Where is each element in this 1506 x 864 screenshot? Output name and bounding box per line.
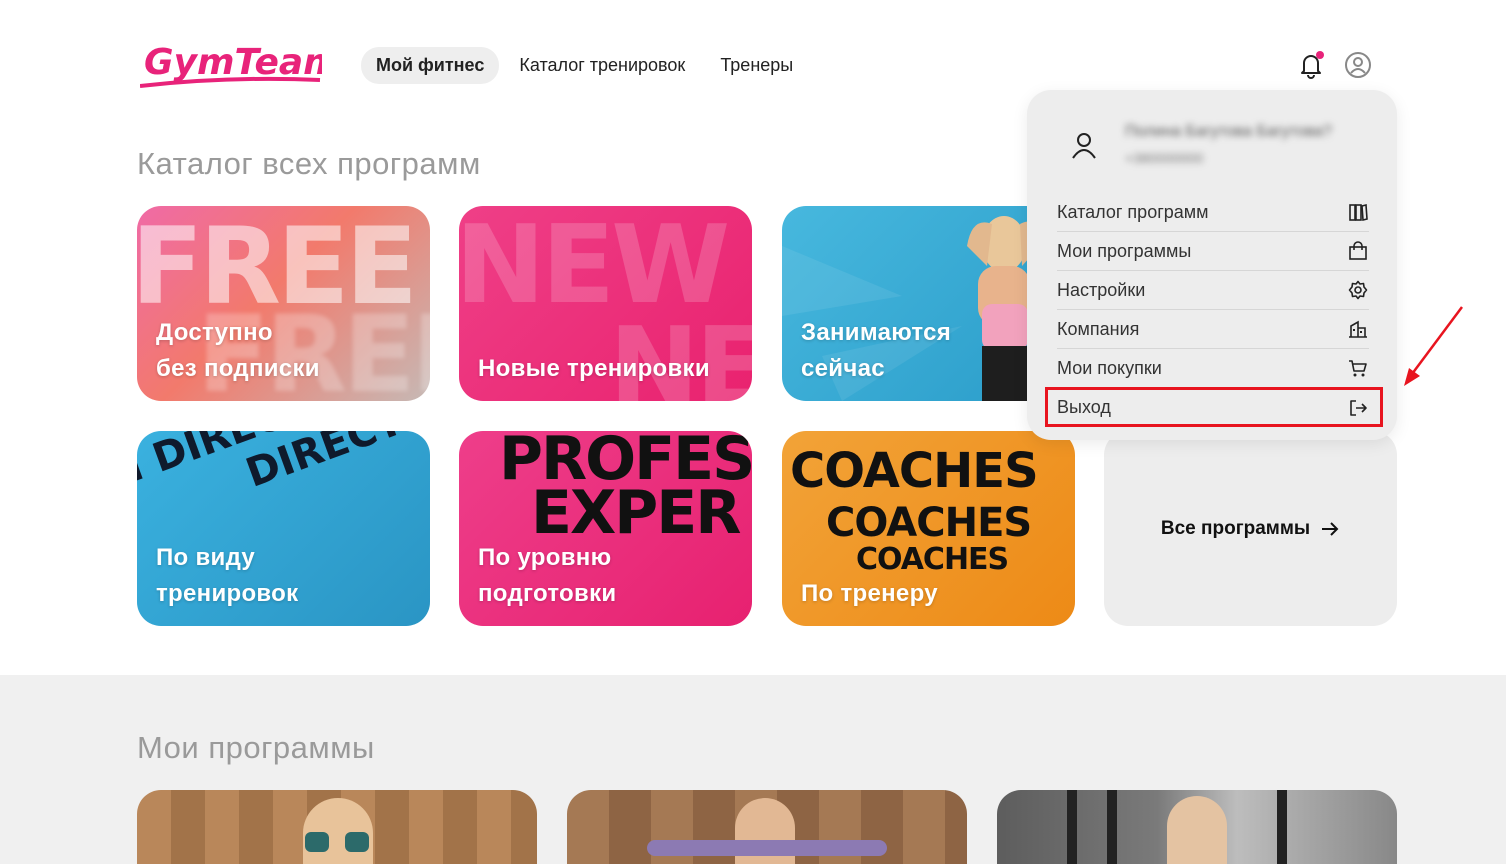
avatar-icon (1069, 130, 1099, 160)
card-by-coach[interactable]: COACHES COACHES COACHES По тренеру (782, 431, 1075, 626)
cart-icon (1347, 357, 1369, 379)
menu-item-my-programs[interactable]: Мои программы (1057, 232, 1369, 271)
card-label: Занимаются сейчас (801, 319, 952, 382)
program-card[interactable] (567, 790, 967, 864)
card-bg-text-2: EXPER (531, 478, 741, 548)
card-label: Доступно без подписки (156, 319, 320, 382)
program-card[interactable] (997, 790, 1397, 864)
card-new-trainings[interactable]: NEW NE Новые тренировки (459, 206, 752, 401)
all-programs-button[interactable]: Все программы (1104, 431, 1397, 626)
card-by-type[interactable]: CTION DIRECTION DI N DIRECTION DIRECTI D… (137, 431, 430, 626)
nav-trainers[interactable]: Тренеры (705, 47, 808, 84)
card-label: Новые тренировки (478, 355, 710, 382)
card-label: По тренеру (801, 580, 938, 607)
user-name: Полина Багутова Багутова? (1125, 123, 1332, 140)
gymteam-logo[interactable]: GymTeam (140, 38, 322, 90)
card-bg-text: NEW (459, 206, 730, 328)
card-label: По виду тренировок (156, 544, 299, 607)
building-icon (1347, 318, 1369, 340)
menu-item-purchases[interactable]: Мои покупки (1057, 349, 1369, 388)
logout-highlight-box (1045, 387, 1383, 427)
menu-item-settings[interactable]: Настройки (1057, 271, 1369, 310)
card-bg-pattern: CTION DIRECTION DI N DIRECTION DIRECTI D… (137, 431, 430, 535)
menu-item-program-catalog[interactable]: Каталог программ (1057, 193, 1369, 232)
main-nav: Мой фитнес Каталог тренировок Тренеры (361, 47, 808, 84)
logo-text: GymTeam (144, 42, 322, 83)
all-programs-label: Все программы (1160, 517, 1311, 539)
notification-dot (1316, 51, 1324, 59)
my-programs-title: Мои программы (137, 730, 375, 765)
card-bg-text-3: COACHES (856, 542, 1009, 577)
bag-icon (1347, 240, 1369, 262)
annotation-arrow-icon (1404, 306, 1464, 386)
card-by-level[interactable]: PROFES EXPER По уровню подготовки (459, 431, 752, 626)
catalog-title: Каталог всех программ (137, 146, 481, 181)
arrow-right-icon (1322, 521, 1339, 536)
card-bg-text-2: COACHES (826, 500, 1032, 546)
card-free-access[interactable]: FREE FREE Доступно без подписки (137, 206, 430, 401)
bell-icon[interactable] (1296, 50, 1326, 80)
nav-my-fitness[interactable]: Мой фитнес (361, 47, 500, 84)
user-subtitle: +380000000 (1125, 150, 1204, 166)
books-icon (1347, 201, 1369, 223)
user-icon[interactable] (1343, 50, 1373, 80)
card-bg-text: COACHES (790, 443, 1039, 499)
program-card[interactable] (137, 790, 537, 864)
nav-training-catalog[interactable]: Каталог тренировок (504, 47, 700, 84)
menu-item-company[interactable]: Компания (1057, 310, 1369, 349)
gear-icon (1347, 279, 1369, 301)
card-label: По уровню подготовки (478, 544, 617, 607)
